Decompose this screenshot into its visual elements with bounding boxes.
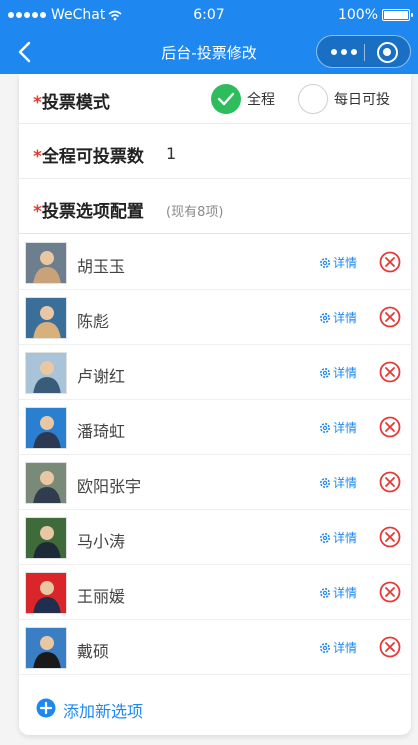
- battery-percent: 100%: [337, 7, 378, 23]
- option-name: 马小涛: [77, 532, 126, 551]
- more-dots-icon[interactable]: [331, 49, 357, 55]
- option-name: 王丽媛: [77, 587, 126, 606]
- vote-option-row: 卢谢红 详情: [19, 345, 411, 400]
- option-name: 戴硕: [77, 642, 110, 661]
- options-config-label: *投票选项配置: [33, 202, 144, 222]
- vote-option-row: 戴硕 详情: [19, 620, 411, 675]
- gear-icon: [320, 587, 330, 598]
- close-circle-icon[interactable]: [379, 581, 401, 603]
- gear-icon: [320, 422, 330, 433]
- total-votes-row: *全程可投票数 1: [19, 124, 411, 179]
- close-circle-icon[interactable]: [379, 306, 401, 328]
- avatar: [25, 627, 67, 669]
- option-detail-button[interactable]: 详情: [319, 529, 357, 546]
- battery-status: 100%: [337, 7, 413, 23]
- avatar: [25, 572, 67, 614]
- avatar: [25, 407, 67, 449]
- option-detail-button[interactable]: 详情: [319, 254, 357, 271]
- option-detail-label: 详情: [333, 531, 358, 545]
- add-option-button[interactable]: 添加新选项: [19, 680, 411, 735]
- options-config-row: *投票选项配置 (现有8项): [19, 179, 411, 234]
- avatar: [25, 462, 67, 504]
- option-detail-button[interactable]: 详情: [319, 309, 357, 326]
- total-votes-label: *全程可投票数: [33, 147, 144, 167]
- option-detail-label: 详情: [333, 256, 358, 270]
- form-card: *投票模式 全程 每日可投 *全程可投票数 1 *投票选项配置 (现有8项) 胡…: [19, 74, 411, 735]
- mode-option-all[interactable]: 全程: [211, 84, 275, 114]
- option-detail-button[interactable]: 详情: [319, 419, 357, 436]
- option-name: 卢谢红: [77, 367, 126, 386]
- status-bar: WeChat 6:07 100%: [0, 0, 418, 30]
- vote-option-row: 马小涛 详情: [19, 510, 411, 565]
- option-detail-label: 详情: [333, 366, 358, 380]
- close-circle-icon[interactable]: [379, 361, 401, 383]
- radio-empty-icon: [298, 84, 328, 114]
- option-detail-label: 详情: [333, 476, 358, 490]
- option-detail-label: 详情: [333, 586, 358, 600]
- option-detail-label: 详情: [333, 311, 358, 325]
- option-detail-button[interactable]: 详情: [319, 584, 357, 601]
- option-name: 胡玉玉: [77, 257, 126, 276]
- required-mark: *: [33, 147, 42, 167]
- add-option-label: 添加新选项: [63, 702, 144, 721]
- check-icon: [211, 84, 241, 114]
- gear-icon: [320, 532, 330, 543]
- gear-icon: [320, 642, 330, 653]
- plus-circle-icon: [36, 698, 56, 718]
- options-count-note: (现有8项): [166, 205, 224, 220]
- option-name: 陈彪: [77, 312, 110, 331]
- target-icon[interactable]: [377, 42, 398, 63]
- nav-bar: 后台-投票修改: [0, 30, 418, 74]
- vote-option-row: 胡玉玉 详情: [19, 235, 411, 290]
- mini-program-capsule: [316, 35, 411, 68]
- avatar: [25, 242, 67, 284]
- total-votes-input[interactable]: 1: [166, 144, 176, 163]
- avatar: [25, 517, 67, 559]
- close-circle-icon[interactable]: [379, 251, 401, 273]
- option-name: 欧阳张宇: [77, 477, 142, 496]
- vote-option-row: 欧阳张宇 详情: [19, 455, 411, 510]
- vote-edit-screen: WeChat 6:07 100% 后台-投票修改 *投票模式 全程 每日可投 *…: [0, 0, 418, 745]
- close-circle-icon[interactable]: [379, 526, 401, 548]
- required-mark: *: [33, 202, 42, 222]
- gear-icon: [320, 312, 330, 323]
- avatar: [25, 352, 67, 394]
- option-detail-label: 详情: [333, 421, 358, 435]
- option-detail-button[interactable]: 详情: [319, 474, 357, 491]
- close-circle-icon[interactable]: [379, 636, 401, 658]
- mode-option-all-label: 全程: [247, 92, 275, 108]
- vote-option-row: 陈彪 详情: [19, 290, 411, 345]
- close-circle-icon[interactable]: [379, 471, 401, 493]
- gear-icon: [320, 477, 330, 488]
- vote-option-row: 潘琦虹 详情: [19, 400, 411, 455]
- close-circle-icon[interactable]: [379, 416, 401, 438]
- battery-icon: [382, 9, 413, 21]
- vote-mode-label: *投票模式: [33, 93, 110, 113]
- option-name: 潘琦虹: [77, 422, 126, 441]
- required-mark: *: [33, 93, 42, 113]
- vote-mode-row: *投票模式 全程 每日可投: [19, 74, 411, 124]
- option-detail-label: 详情: [333, 641, 358, 655]
- capsule-divider: [364, 44, 365, 61]
- option-detail-button[interactable]: 详情: [319, 639, 357, 656]
- gear-icon: [320, 257, 330, 268]
- gear-icon: [320, 367, 330, 378]
- avatar: [25, 297, 67, 339]
- vote-option-row: 王丽媛 详情: [19, 565, 411, 620]
- option-detail-button[interactable]: 详情: [319, 364, 357, 381]
- mode-option-daily[interactable]: 每日可投: [298, 84, 390, 114]
- mode-option-daily-label: 每日可投: [334, 92, 390, 108]
